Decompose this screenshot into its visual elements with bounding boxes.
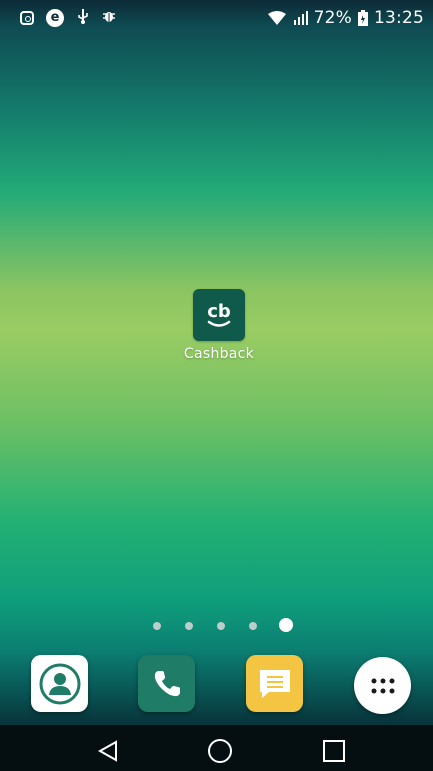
phone-icon	[154, 670, 180, 696]
notification-icons: e	[20, 8, 116, 27]
app-drawer-button[interactable]	[354, 657, 411, 714]
phone-app[interactable]	[138, 655, 195, 712]
signal-icon	[292, 10, 308, 26]
system-status: 72% 13:25	[267, 8, 424, 28]
bug-icon	[102, 8, 116, 27]
contacts-icon	[39, 663, 80, 704]
messages-icon	[259, 669, 290, 698]
page-indicator	[0, 618, 433, 632]
clock: 13:25	[374, 8, 424, 28]
home-screen: e 72% 13:25 cb Cashback	[0, 0, 433, 771]
home-button[interactable]	[206, 737, 234, 765]
home-icon	[208, 739, 232, 763]
page-dot-active[interactable]	[279, 618, 293, 632]
app-drawer-icon	[371, 678, 394, 693]
e-icon: e	[46, 8, 64, 27]
cashback-app-label[interactable]: Cashback	[170, 346, 268, 362]
cashback-icon: cb	[207, 301, 231, 327]
cashback-app-icon[interactable]: cb	[193, 289, 245, 341]
battery-icon	[358, 10, 368, 26]
wifi-icon	[267, 11, 286, 25]
messages-app[interactable]	[246, 655, 303, 712]
instagram-icon	[20, 10, 34, 25]
page-dot[interactable]	[217, 622, 225, 630]
page-dot[interactable]	[153, 622, 161, 630]
contacts-app[interactable]	[31, 655, 88, 712]
svg-text:cb: cb	[207, 301, 231, 322]
back-button[interactable]	[94, 737, 122, 765]
page-dot[interactable]	[185, 622, 193, 630]
page-dot[interactable]	[249, 622, 257, 630]
usb-icon	[76, 8, 90, 27]
recents-button[interactable]	[320, 737, 348, 765]
navigation-bar	[0, 725, 433, 771]
recents-icon	[323, 740, 345, 762]
status-bar: e 72% 13:25	[0, 0, 433, 36]
back-icon	[97, 740, 117, 762]
battery-percentage: 72%	[313, 8, 352, 28]
